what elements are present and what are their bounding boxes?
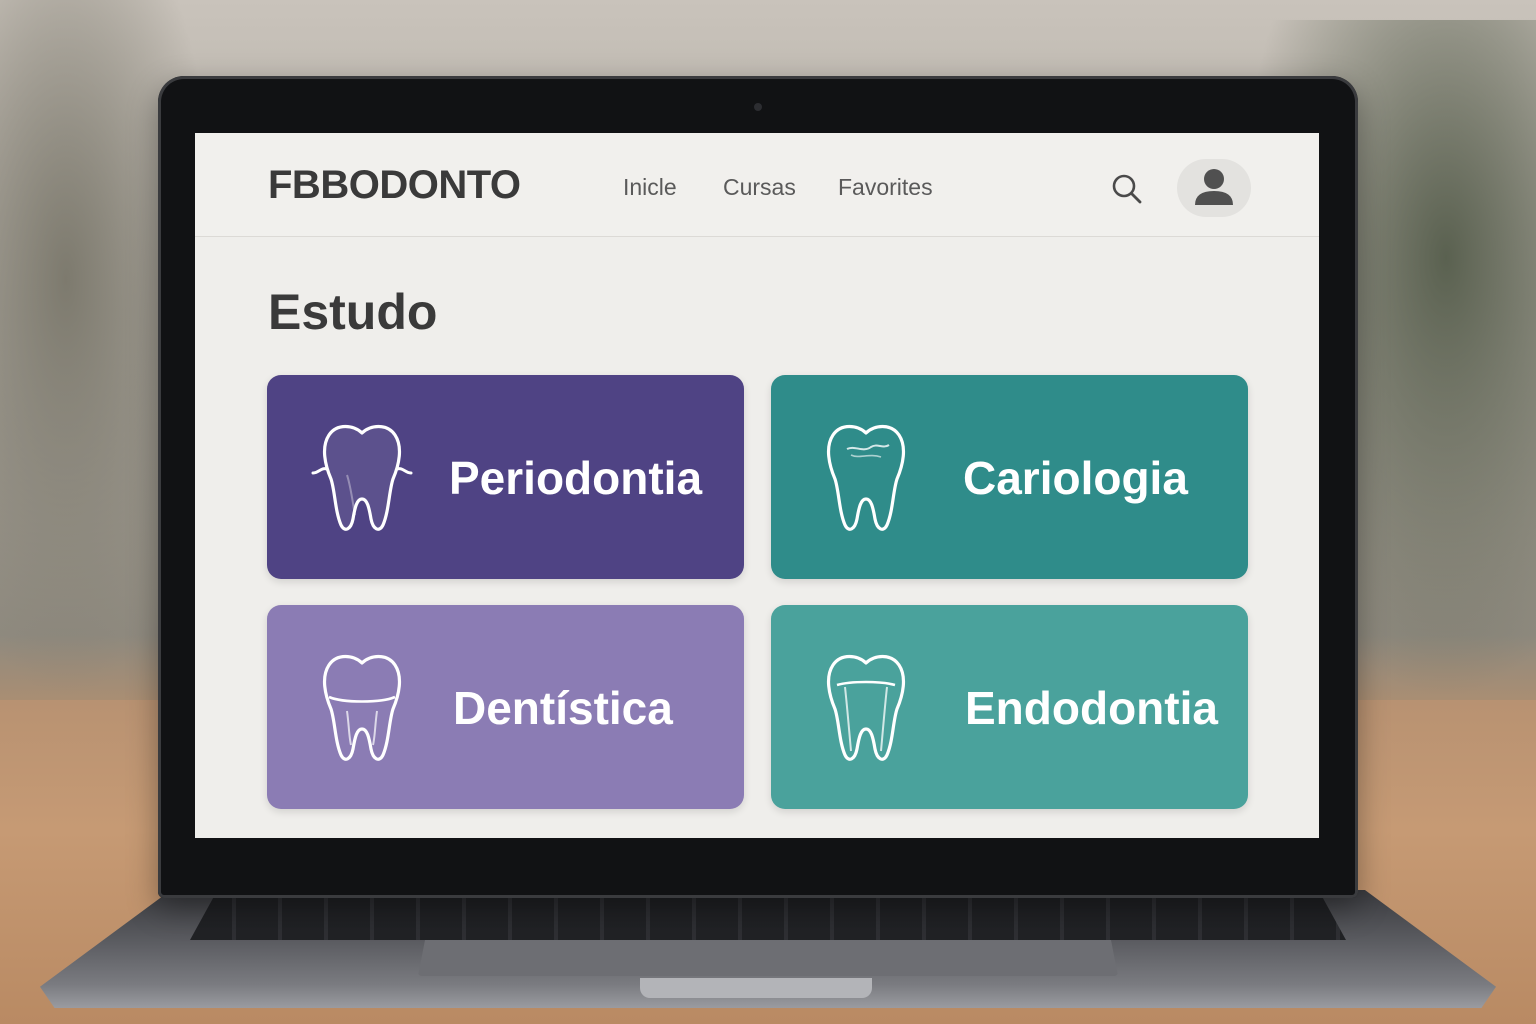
top-navbar: FBBODONTO Inicle Cursas Favorites xyxy=(195,133,1319,237)
card-dentistica[interactable]: Dentística xyxy=(267,605,744,809)
card-cariologia[interactable]: Cariologia xyxy=(771,375,1248,579)
app-screen: FBBODONTO Inicle Cursas Favorites Estudo… xyxy=(195,133,1319,838)
search-icon xyxy=(1112,174,1142,204)
tooth-periodontia-icon xyxy=(311,424,413,531)
page-title: Estudo xyxy=(268,284,438,340)
card-label: Periodontia xyxy=(449,452,703,504)
card-label: Dentística xyxy=(453,682,673,734)
brand-logo[interactable]: FBBODONTO xyxy=(268,163,521,208)
nav-link-inicio[interactable]: Inicle xyxy=(623,174,677,201)
nav-link-favorites[interactable]: Favorites xyxy=(838,174,933,201)
profile-button[interactable] xyxy=(1177,159,1251,217)
user-icon xyxy=(1195,169,1233,205)
card-label: Cariologia xyxy=(963,452,1188,504)
webcam xyxy=(754,103,762,111)
laptop-trackpad xyxy=(418,940,1118,976)
tooth-endodontia-icon xyxy=(826,654,906,761)
laptop-notch xyxy=(640,978,872,998)
laptop-keyboard xyxy=(190,898,1346,940)
nav-link-cursos[interactable]: Cursas xyxy=(723,174,796,201)
tooth-cariologia-icon xyxy=(826,424,906,531)
tooth-dentistica-icon xyxy=(322,654,402,761)
card-periodontia[interactable]: Periodontia xyxy=(267,375,744,579)
card-label: Endodontia xyxy=(965,682,1218,734)
search-button[interactable] xyxy=(1109,171,1145,207)
card-endodontia[interactable]: Endodontia xyxy=(771,605,1248,809)
